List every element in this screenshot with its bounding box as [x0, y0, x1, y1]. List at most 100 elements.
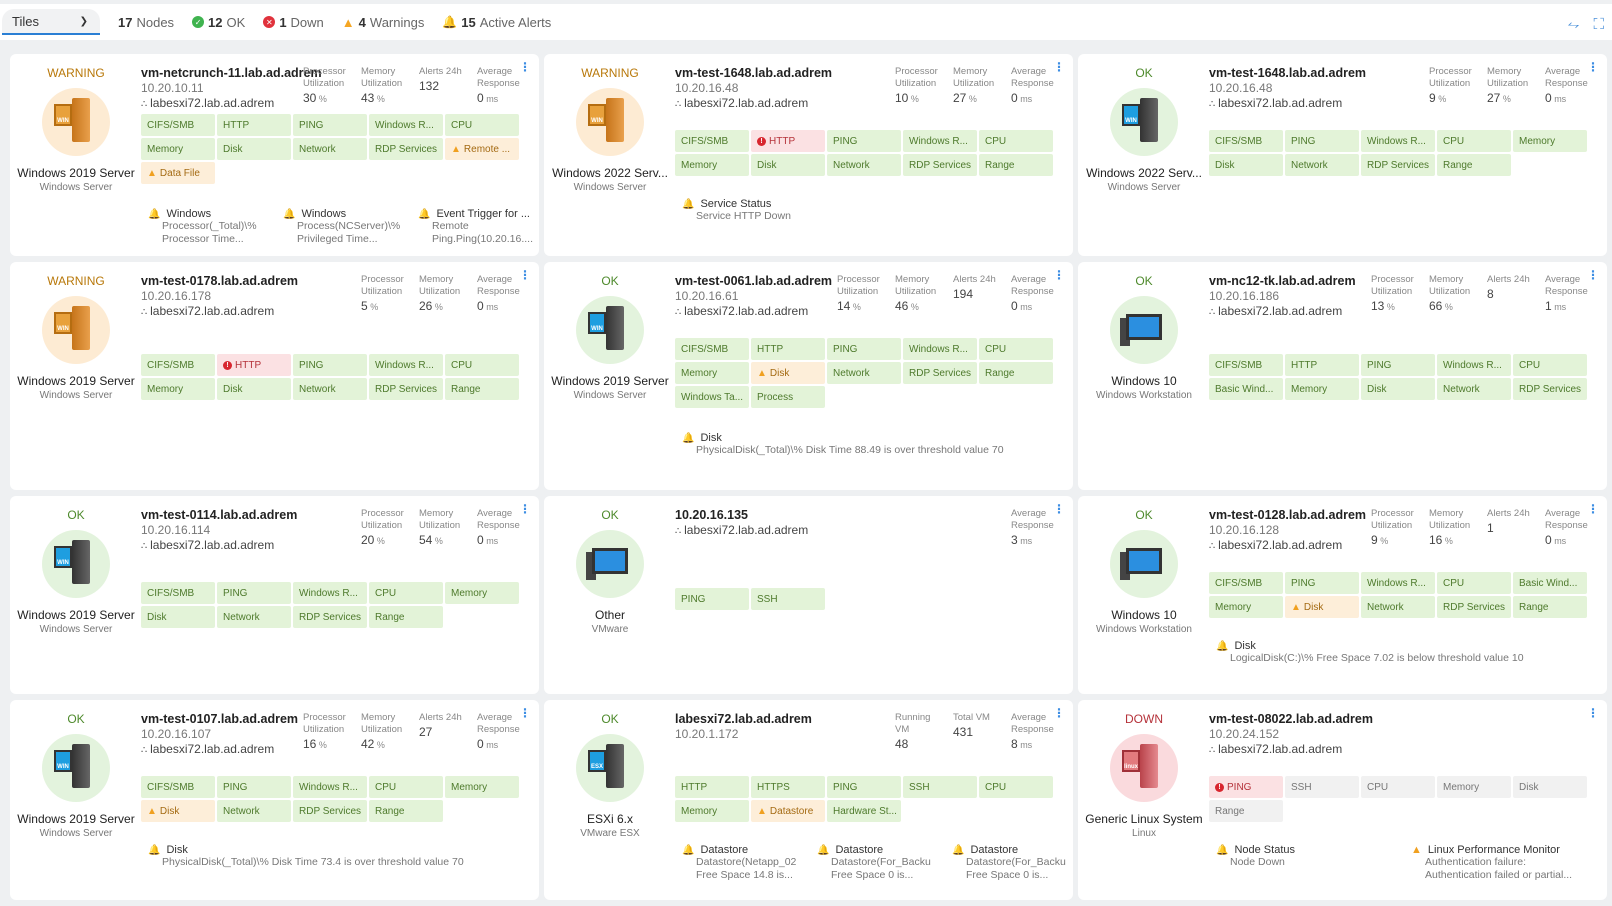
monitor-chip[interactable]: Basic Wind... — [1513, 572, 1587, 594]
monitor-chip[interactable]: CIFS/SMB — [1209, 572, 1283, 594]
monitor-chip[interactable]: CPU — [369, 776, 443, 798]
more-menu-icon[interactable]: ⋮ — [519, 60, 531, 74]
monitor-chip[interactable]: RDP Services — [293, 606, 367, 628]
monitor-chip[interactable]: Memory — [1513, 130, 1587, 152]
monitor-chip[interactable]: Memory — [675, 154, 749, 176]
alert-item[interactable]: 🔔 Disk LogicalDisk(C:)\% Free Space 7.02 i… — [1216, 640, 1586, 665]
monitor-chip[interactable]: Windows R... — [369, 114, 443, 136]
node-tile[interactable]: OK Other VMware 10.20.16.135 ∴ labesxi72.lab… — [544, 496, 1073, 694]
monitor-chip[interactable]: Range — [979, 154, 1053, 176]
alert-item[interactable]: 🔔 Datastore Datastore(For_Backu Free Space… — [817, 844, 932, 882]
monitor-chip[interactable]: CIFS/SMB — [141, 776, 215, 798]
monitor-chip[interactable]: RDP Services — [369, 378, 443, 400]
monitor-chip[interactable]: SSH — [1285, 776, 1359, 798]
monitor-chip[interactable]: CPU — [445, 354, 519, 376]
monitor-chip[interactable]: ▲ Datastore — [751, 800, 825, 822]
monitor-chip[interactable]: RDP Services — [903, 362, 977, 384]
monitor-chip[interactable]: Network — [293, 378, 367, 400]
ok-count[interactable]: ✓ 12 OK — [192, 15, 245, 30]
monitor-chip[interactable]: ▲ Disk — [141, 800, 215, 822]
monitor-chip[interactable]: Windows R... — [903, 338, 977, 360]
monitor-chip[interactable]: Memory — [675, 800, 749, 822]
alert-item[interactable]: 🔔 Datastore Datastore(Netapp_02 Free Space… — [682, 844, 797, 882]
monitor-chip[interactable]: CIFS/SMB — [675, 338, 749, 360]
alert-item[interactable]: 🔔 Disk PhysicalDisk(_Total)\% Disk Time 73… — [148, 844, 518, 869]
monitor-chip[interactable]: Memory — [675, 362, 749, 384]
monitor-chip[interactable]: Network — [827, 154, 901, 176]
monitor-chip[interactable]: CIFS/SMB — [141, 114, 215, 136]
more-menu-icon[interactable]: ⋮ — [1587, 60, 1599, 74]
alert-item[interactable]: ▲ Linux Performance Monitor Authentication… — [1411, 844, 1586, 882]
monitor-chip[interactable]: CPU — [1437, 572, 1511, 594]
monitor-chip[interactable]: Memory — [141, 138, 215, 160]
node-name[interactable]: vm-netcrunch-11.lab.ad.adrem — [141, 66, 322, 80]
monitor-chip[interactable]: CPU — [979, 338, 1053, 360]
monitor-chip[interactable]: HTTP — [751, 338, 825, 360]
parent-node[interactable]: ∴ labesxi72.lab.ad.adrem — [1209, 742, 1373, 756]
alert-item[interactable]: 🔔 Service Status Service HTTP Down — [682, 198, 1052, 223]
node-tile[interactable]: OK ESX ESXi 6.x VMware ESX labesxi72.lab.ad.… — [544, 700, 1073, 900]
monitor-chip[interactable]: SSH — [751, 588, 825, 610]
monitor-chip[interactable]: ▲ Data File — [141, 162, 215, 184]
node-tile[interactable]: OK WIN Windows 2019 Server Windows Server vm… — [10, 496, 539, 694]
monitor-chip[interactable]: Disk — [1209, 154, 1283, 176]
monitor-chip[interactable]: CIFS/SMB — [141, 582, 215, 604]
node-tile[interactable]: OK WIN Windows 2019 Server Windows Server vm… — [10, 700, 539, 900]
monitor-chip[interactable]: CPU — [1437, 130, 1511, 152]
more-menu-icon[interactable]: ⋮ — [1053, 60, 1065, 74]
monitor-chip[interactable]: Range — [979, 362, 1053, 384]
monitor-chip[interactable]: Network — [1361, 596, 1435, 618]
more-menu-icon[interactable]: ⋮ — [519, 268, 531, 282]
parent-node[interactable]: ∴ labesxi72.lab.ad.adrem — [1209, 304, 1356, 318]
monitor-chip[interactable]: Memory — [445, 776, 519, 798]
down-count[interactable]: ✕ 1 Down — [263, 15, 324, 30]
monitor-chip[interactable]: Windows R... — [1361, 572, 1435, 594]
parent-node[interactable]: ∴ labesxi72.lab.ad.adrem — [1209, 96, 1366, 110]
node-name[interactable]: labesxi72.lab.ad.adrem — [675, 712, 812, 726]
alert-item[interactable]: 🔔 Disk PhysicalDisk(_Total)\% Disk Time 88… — [682, 432, 1052, 457]
monitor-chip[interactable]: RDP Services — [1513, 378, 1587, 400]
monitor-chip[interactable]: CIFS/SMB — [1209, 354, 1283, 376]
more-menu-icon[interactable]: ⋮ — [519, 706, 531, 720]
monitor-chip[interactable]: PING — [293, 354, 367, 376]
monitor-chip[interactable]: HTTP — [675, 776, 749, 798]
alert-item[interactable]: 🔔 Datastore Datastore(For_Backu Free Space… — [952, 844, 1067, 882]
node-name[interactable]: vm-test-1648.lab.ad.adrem — [675, 66, 832, 80]
parent-node[interactable]: ∴ labesxi72.lab.ad.adrem — [1209, 538, 1366, 552]
monitor-chip[interactable]: Network — [217, 800, 291, 822]
parent-node[interactable]: ∴ labesxi72.lab.ad.adrem — [141, 538, 297, 552]
monitor-chip[interactable]: Range — [1513, 596, 1587, 618]
node-name[interactable]: vm-test-0178.lab.ad.adrem — [141, 274, 298, 288]
monitor-chip[interactable]: Disk — [217, 138, 291, 160]
active-alerts-count[interactable]: 🔔 15 Active Alerts — [442, 15, 551, 30]
monitor-chip[interactable]: HTTP — [217, 114, 291, 136]
monitor-chip[interactable]: PING — [217, 776, 291, 798]
monitor-chip[interactable]: PING — [1285, 572, 1359, 594]
monitor-chip[interactable]: Disk — [1513, 776, 1587, 798]
view-select[interactable]: Tiles ❯ — [2, 9, 100, 35]
parent-node[interactable]: ∴ labesxi72.lab.ad.adrem — [675, 304, 832, 318]
more-menu-icon[interactable]: ⋮ — [1587, 502, 1599, 516]
monitor-chip[interactable]: Windows R... — [293, 776, 367, 798]
node-name[interactable]: vm-test-0114.lab.ad.adrem — [141, 508, 297, 522]
monitor-chip[interactable]: Windows R... — [903, 130, 977, 152]
node-tile[interactable]: OK Windows 10 Windows Workstation vm-nc12-t… — [1078, 262, 1607, 490]
monitor-chip[interactable]: HTTP — [1285, 354, 1359, 376]
more-menu-icon[interactable]: ⋮ — [519, 502, 531, 516]
monitor-chip[interactable]: PING — [827, 776, 901, 798]
monitor-chip[interactable]: Windows R... — [369, 354, 443, 376]
monitor-chip[interactable]: Memory — [445, 582, 519, 604]
monitor-chip[interactable]: Windows Ta... — [675, 386, 749, 408]
monitor-chip[interactable]: PING — [827, 130, 901, 152]
monitor-chip[interactable]: ! HTTP — [217, 354, 291, 376]
monitor-chip[interactable]: PING — [293, 114, 367, 136]
monitor-chip[interactable]: ▲ Remote ... — [445, 138, 519, 160]
monitor-chip[interactable]: PING — [1361, 354, 1435, 376]
node-name[interactable]: vm-test-0128.lab.ad.adrem — [1209, 508, 1366, 522]
monitor-chip[interactable]: Disk — [217, 378, 291, 400]
monitor-chip[interactable]: CPU — [369, 582, 443, 604]
monitor-chip[interactable]: CPU — [445, 114, 519, 136]
node-tile[interactable]: WARNING WIN Windows 2022 Serv... Windows Se… — [544, 54, 1073, 256]
parent-node[interactable]: ∴ labesxi72.lab.ad.adrem — [141, 304, 298, 318]
node-tile[interactable]: OK WIN Windows 2022 Serv... Windows Server v… — [1078, 54, 1607, 256]
